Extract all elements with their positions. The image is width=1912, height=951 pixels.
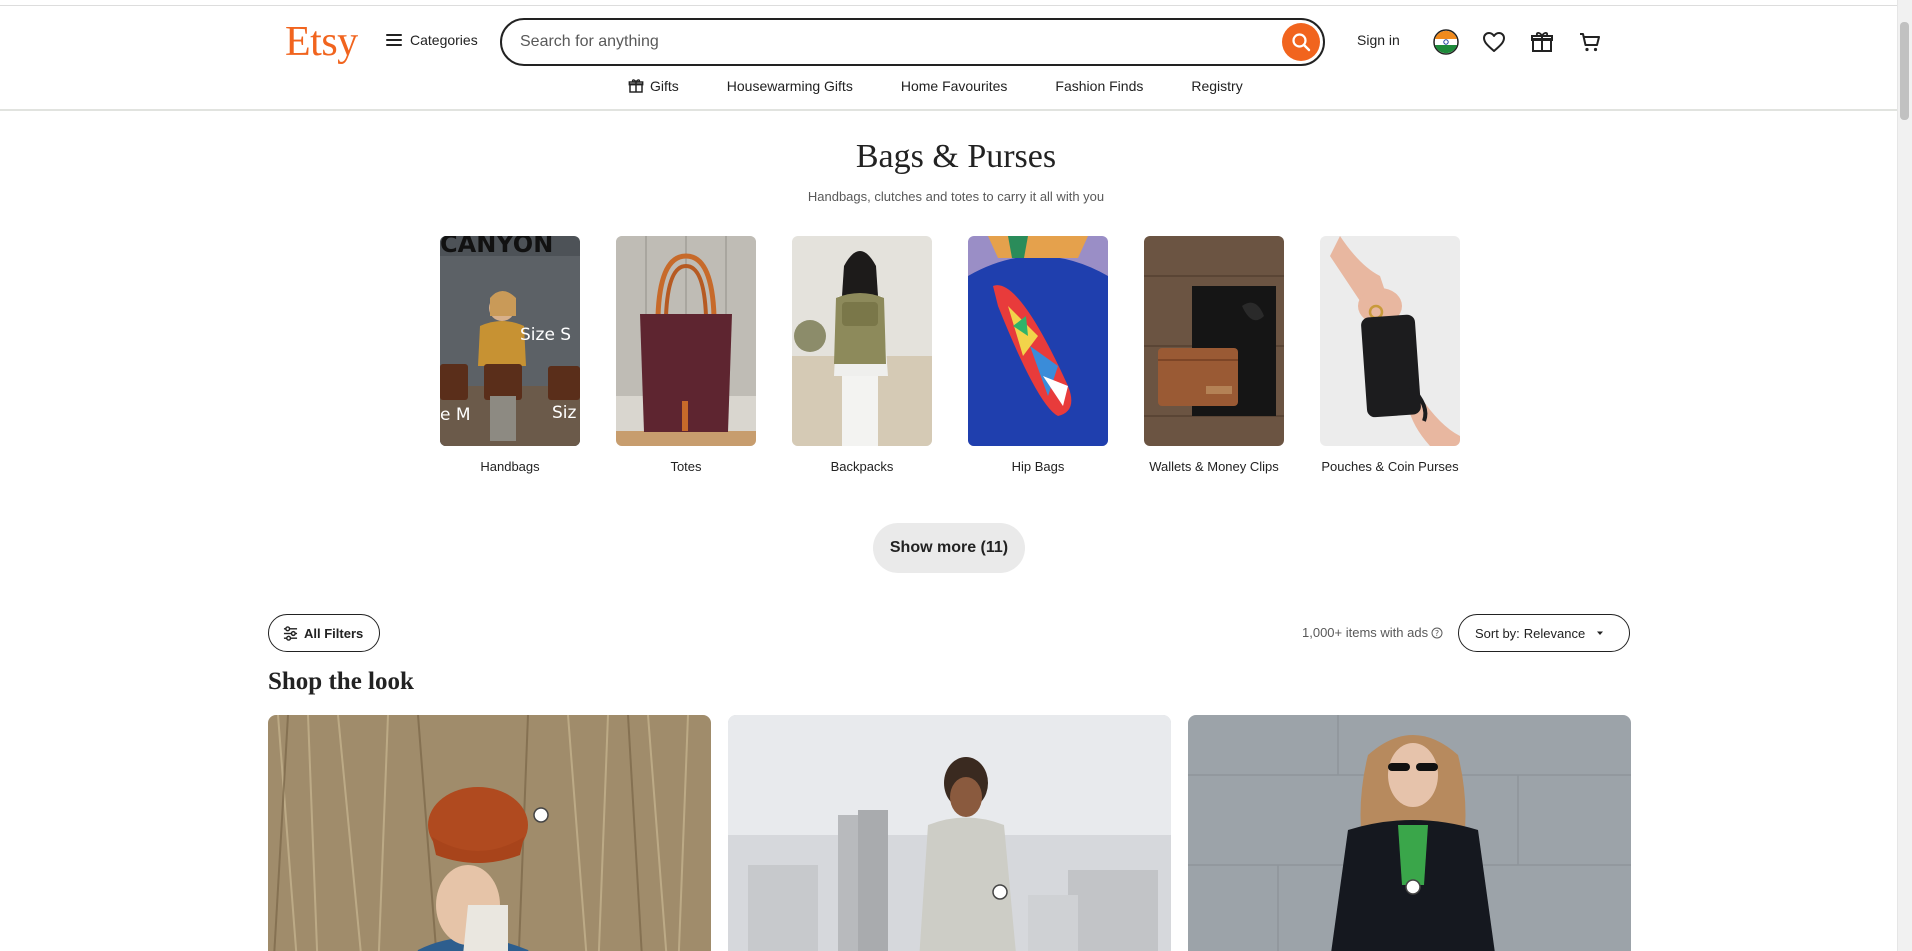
shop-the-look-list — [268, 715, 1631, 951]
category-label: Wallets & Money Clips — [1149, 459, 1279, 474]
handbag-image-text-bottom-right: Siz — [552, 403, 577, 423]
category-hip-bags[interactable]: Hip Bags — [968, 236, 1108, 476]
category-label: Totes — [670, 459, 702, 474]
results-count-label: 1,000+ items with ads — [1302, 625, 1429, 640]
look-card[interactable] — [268, 715, 711, 951]
sort-prefix: Sort by: — [1475, 625, 1520, 641]
svg-text:?: ? — [1435, 629, 1439, 638]
category-list: CANYON Size S e M Siz Handbags Totes Bac… — [440, 236, 1460, 476]
category-backpacks[interactable]: Backpacks — [792, 236, 932, 476]
category-label: Backpacks — [830, 459, 894, 474]
cart-icon[interactable] — [1576, 28, 1604, 56]
filter-icon — [283, 625, 298, 641]
handbag-image-text-right: Size S — [520, 325, 571, 345]
sort-value: Relevance — [1523, 625, 1586, 641]
categories-label: Categories — [410, 32, 478, 48]
category-label: Hip Bags — [1011, 459, 1065, 474]
search-input[interactable] — [502, 33, 1282, 51]
look-card[interactable] — [1188, 715, 1631, 951]
categories-button[interactable]: Categories — [386, 32, 478, 48]
gift-icon[interactable] — [1528, 28, 1556, 56]
category-label: Pouches & Coin Purses — [1321, 459, 1459, 474]
category-image — [1320, 236, 1460, 446]
subnav-item-fashion-finds[interactable]: Fashion Finds — [1055, 78, 1143, 94]
category-pouches[interactable]: Pouches & Coin Purses — [1320, 236, 1460, 476]
help-icon[interactable]: ? — [1431, 627, 1443, 639]
category-handbags[interactable]: CANYON Size S e M Siz Handbags — [440, 236, 580, 476]
category-image — [616, 236, 756, 446]
subnav: Gifts Housewarming Gifts Home Favourites… — [628, 78, 1243, 94]
search-button[interactable] — [1282, 23, 1320, 61]
scrollbar[interactable] — [1897, 0, 1912, 951]
subnav-item-home-favourites[interactable]: Home Favourites — [901, 78, 1008, 94]
hamburger-icon — [386, 34, 402, 46]
show-more-button[interactable]: Show more (11) — [873, 523, 1025, 573]
category-image — [968, 236, 1108, 446]
category-totes[interactable]: Totes — [616, 236, 756, 476]
page-title: Bags & Purses — [855, 138, 1057, 175]
category-label: Handbags — [480, 459, 540, 474]
all-filters-button[interactable]: All Filters — [268, 614, 381, 652]
page-subtitle: Handbags, clutches and totes to carry it… — [807, 189, 1105, 204]
gift-icon — [628, 79, 644, 93]
search-bar — [500, 18, 1325, 66]
sort-dropdown[interactable]: Sort by: Relevance — [1458, 614, 1630, 652]
subnav-label: Gifts — [650, 78, 679, 94]
look-card[interactable] — [728, 715, 1171, 951]
etsy-logo[interactable]: Etsy — [285, 18, 358, 66]
category-image: CANYON Size S e M Siz — [440, 236, 580, 446]
heart-icon[interactable] — [1480, 28, 1508, 56]
subnav-item-registry[interactable]: Registry — [1191, 78, 1242, 94]
handbag-image-text-top: CANYON — [440, 236, 553, 258]
subnav-item-gifts[interactable]: Gifts — [628, 78, 679, 94]
category-image — [792, 236, 932, 446]
sign-in-link[interactable]: Sign in — [1357, 32, 1400, 48]
section-title: Shop the look — [268, 668, 414, 695]
search-icon — [1292, 33, 1311, 52]
category-wallets[interactable]: Wallets & Money Clips — [1144, 236, 1284, 476]
handbag-image-text-bottom-left: e M — [440, 405, 471, 425]
all-filters-label: All Filters — [304, 625, 364, 641]
site-header: Etsy Categories Sign in — [0, 6, 1912, 111]
caret-down-icon — [1597, 631, 1604, 635]
subnav-item-housewarming[interactable]: Housewarming Gifts — [727, 78, 853, 94]
results-count: 1,000+ items with ads ? — [1302, 625, 1443, 640]
india-flag-icon[interactable] — [1432, 28, 1460, 56]
category-image — [1144, 236, 1284, 446]
scrollbar-thumb[interactable] — [1900, 22, 1909, 120]
